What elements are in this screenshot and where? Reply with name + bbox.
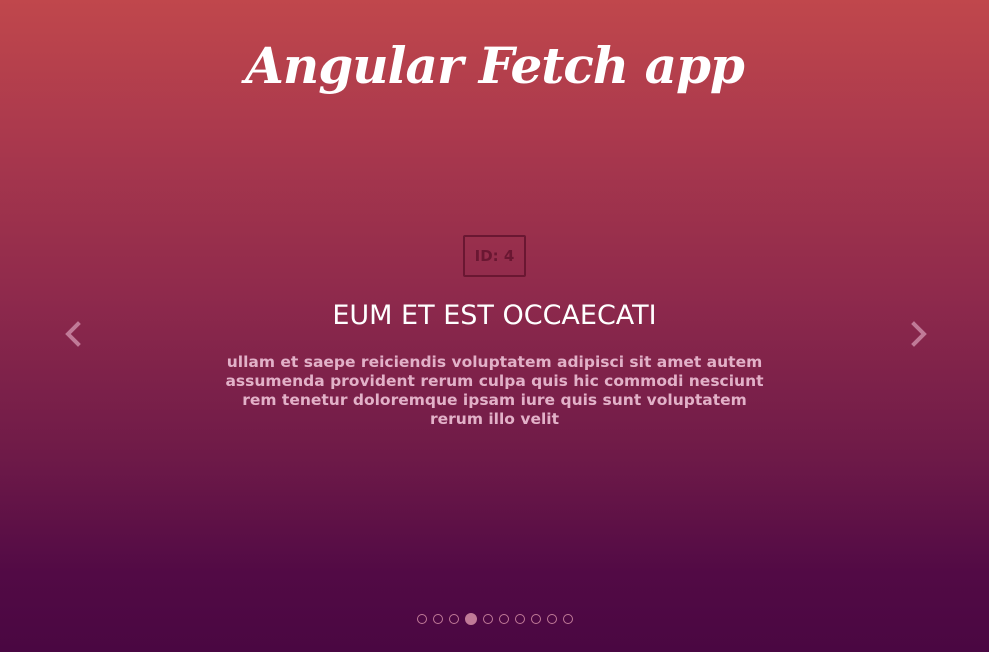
carousel-next-button[interactable] — [904, 319, 934, 349]
app-title: Angular Fetch app — [245, 36, 745, 95]
carousel-indicator-dot[interactable] — [416, 614, 427, 624]
carousel-indicator-dot[interactable] — [498, 614, 509, 624]
id-badge: ID: 4 — [462, 235, 527, 277]
carousel-indicator-dot[interactable] — [464, 613, 477, 625]
carousel-indicator-dot[interactable] — [562, 614, 573, 624]
carousel-prev-button[interactable] — [58, 319, 88, 349]
post-title: EUM ET EST OCCAECATI — [332, 300, 657, 331]
chevron-right-icon — [911, 321, 927, 347]
carousel-slide: ID: 4 EUM ET EST OCCAECATI ullam et saep… — [0, 235, 989, 429]
carousel-indicator-dot[interactable] — [530, 614, 541, 624]
carousel-indicator-dot[interactable] — [432, 614, 443, 624]
chevron-left-icon — [65, 321, 81, 347]
carousel-indicator-dot[interactable] — [514, 614, 525, 624]
post-body: ullam et saepe reiciendis voluptatem adi… — [225, 353, 764, 428]
carousel-indicators — [0, 613, 989, 625]
carousel-indicator-dot[interactable] — [448, 614, 459, 624]
carousel-indicator-dot[interactable] — [482, 614, 493, 624]
carousel-indicator-dot[interactable] — [546, 614, 557, 624]
